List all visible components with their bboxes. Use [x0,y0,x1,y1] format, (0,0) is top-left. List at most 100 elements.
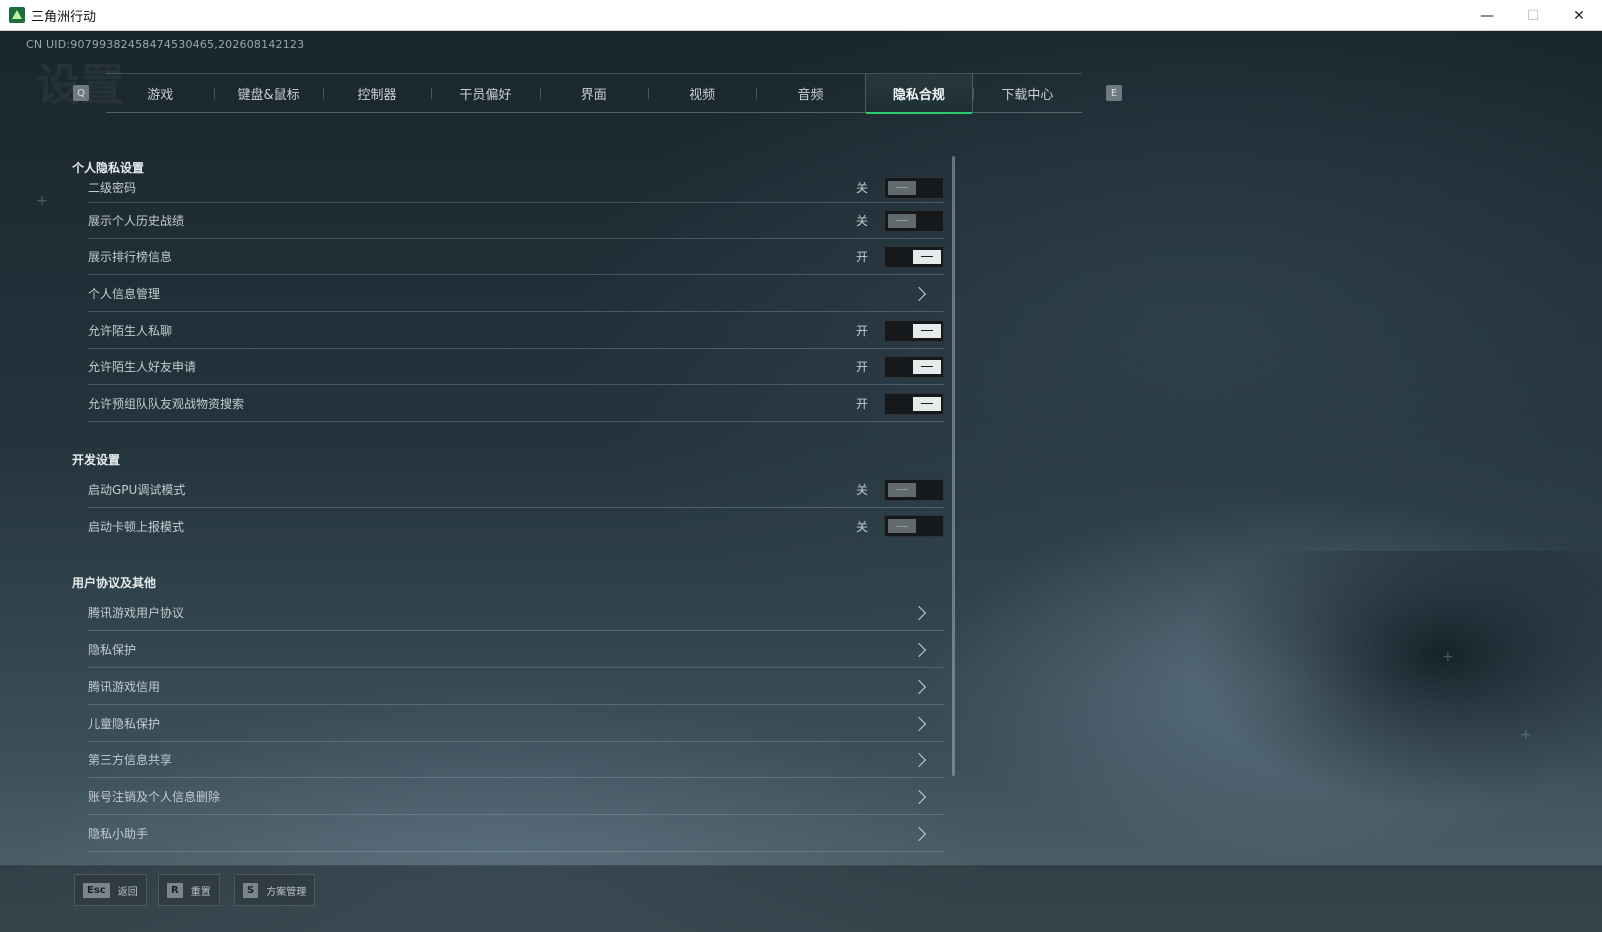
toggle-switch[interactable] [884,392,944,415]
setting-label: 腾讯游戏信用 [88,680,161,694]
toggle-knob [888,180,916,195]
setting-row-stutter-report[interactable]: 启动卡顿上报模式 关 [88,508,944,544]
setting-label: 账号注销及个人信息删除 [88,790,221,804]
toggle-switch[interactable] [884,209,944,232]
toggle-knob [888,519,916,533]
reset-button[interactable]: R 重置 [158,874,220,906]
toggle-switch[interactable] [884,355,944,378]
bottom-action-bar: Esc 返回 R 重置 S 方案管理 [0,865,1602,932]
chevron-right-icon [911,679,927,694]
tab-audio[interactable]: 音频 [756,74,864,113]
setting-row-show-history[interactable]: 展示个人历史战绩 关 [88,203,944,239]
toggle-knob [913,323,941,338]
setting-label: 腾讯游戏用户协议 [88,606,185,620]
setting-label: 启动卡顿上报模式 [88,519,185,534]
toggle-switch[interactable] [884,515,944,537]
toggle-state-text: 关 [855,483,868,497]
tab-video[interactable]: 视频 [647,74,756,113]
setting-label: 展示排行榜信息 [88,250,173,264]
settings-scrollbar[interactable] [952,156,955,776]
chevron-right-icon [911,789,927,804]
setting-row-teammate-spectate[interactable]: 允许预组队队友观战物资搜索 开 [88,386,944,422]
scheme-manage-label: 方案管理 [266,886,307,898]
reset-label: 重置 [190,886,211,898]
toggle-state-text: 开 [855,324,868,338]
toggle-knob [888,482,916,497]
link-row-third-party-sharing[interactable]: 第三方信息共享 [88,742,944,778]
tab-keyboard-mouse[interactable]: 键盘&鼠标 [214,74,322,113]
setting-label: 儿童隐私保护 [88,717,161,731]
game-viewport: + + + 设置 CN UID:9079938245847453046​5,20… [0,31,1602,932]
esc-key-hint: Esc [83,882,110,898]
scheme-manage-button[interactable]: S 方案管理 [234,874,316,906]
minimize-button[interactable]: — [1464,0,1510,31]
link-row-game-credit[interactable]: 腾讯游戏信用 [88,669,944,705]
tab-operator-preference[interactable]: 干员偏好 [431,74,539,113]
link-row-account-deletion[interactable]: 账号注销及个人信息删除 [88,779,944,815]
setting-row-personal-info[interactable]: 个人信息管理 [88,276,944,312]
toggle-switch[interactable] [884,319,944,342]
setting-row-gpu-debug[interactable]: 启动GPU调试模式 关 [88,472,944,508]
setting-label: 允许预组队队友观战物资搜索 [88,397,245,411]
s-key-hint: S [243,882,259,898]
toggle-state-text: 开 [855,397,868,411]
close-button[interactable]: ✕ [1556,0,1602,31]
toggle-state-text: 开 [855,360,868,374]
setting-row-secondary-password[interactable]: 二级密码 关 [88,173,944,203]
tab-controller[interactable]: 控制器 [322,74,431,113]
section-title-agreements: 用户协议及其他 [72,576,157,590]
setting-label: 第三方信息共享 [88,753,173,767]
window-title: 三角洲行动 [31,9,97,25]
settings-tabbar: Q 游戏 键盘&鼠标 控制器 干员偏好 界面 视频 音频 隐私合规 下载中心 E [70,73,1130,114]
window-titlebar: 三角洲行动 — ☐ ✕ [0,0,1602,31]
link-row-privacy-protection[interactable]: 隐私保护 [88,632,944,668]
link-row-user-agreement[interactable]: 腾讯游戏用户协议 [88,595,944,631]
toggle-knob [913,396,941,411]
toggle-switch[interactable] [884,176,944,199]
chevron-right-icon [911,286,927,301]
window-controls: — ☐ ✕ [1464,0,1602,31]
section-title-dev: 开发设置 [72,453,121,467]
toggle-knob [913,249,941,264]
app-logo-icon [9,7,25,23]
decor-plus-icon: + [1442,649,1454,665]
tab-privacy-compliance[interactable]: 隐私合规 [864,74,974,114]
tab-download-center[interactable]: 下载中心 [973,74,1081,113]
toggle-switch[interactable] [884,245,944,268]
prev-tab-key[interactable]: Q [73,85,89,101]
next-tab-key[interactable]: E [1106,85,1122,101]
link-row-child-privacy[interactable]: 儿童隐私保护 [88,706,944,742]
link-row-privacy-assistant[interactable]: 隐私小助手 [88,816,944,852]
decor-plus-icon: + [1520,727,1532,743]
setting-label: 允许陌生人私聊 [88,324,173,338]
setting-label: 启动GPU调试模式 [88,483,186,497]
setting-label: 隐私保护 [88,643,137,657]
toggle-switch[interactable] [884,478,944,501]
uid-label: CN UID:9079938245847453046​5,20260814212… [26,38,305,51]
tab-interface[interactable]: 界面 [539,74,648,113]
setting-row-stranger-friend-request[interactable]: 允许陌生人好友申请 开 [88,349,944,385]
chevron-right-icon [911,716,927,731]
setting-label: 展示个人历史战绩 [88,214,185,228]
toggle-state-text: 关 [855,181,868,195]
setting-label: 个人信息管理 [88,287,161,301]
toggle-knob [913,359,941,374]
setting-label: 隐私小助手 [88,827,149,841]
chevron-right-icon [911,752,927,767]
background-mountain [1190,551,1602,811]
back-label: 返回 [117,886,138,898]
toggle-state-text: 开 [855,250,868,264]
maximize-button[interactable]: ☐ [1510,0,1556,31]
decor-plus-icon: + [36,193,48,209]
chevron-right-icon [911,826,927,841]
toggle-knob [888,213,916,228]
setting-label: 二级密码 [88,181,137,195]
setting-row-stranger-chat[interactable]: 允许陌生人私聊 开 [88,313,944,349]
setting-label: 允许陌生人好友申请 [88,360,197,374]
setting-row-show-leaderboard[interactable]: 展示排行榜信息 开 [88,239,944,275]
tab-game[interactable]: 游戏 [106,74,214,113]
back-button[interactable]: Esc 返回 [74,874,147,906]
toggle-state-text: 关 [855,214,868,228]
chevron-right-icon [911,642,927,657]
settings-panel: 个人隐私设置 二级密码 关 展示个人历史战绩 关 展示排行榜信息 开 个人信息管… [72,151,972,861]
